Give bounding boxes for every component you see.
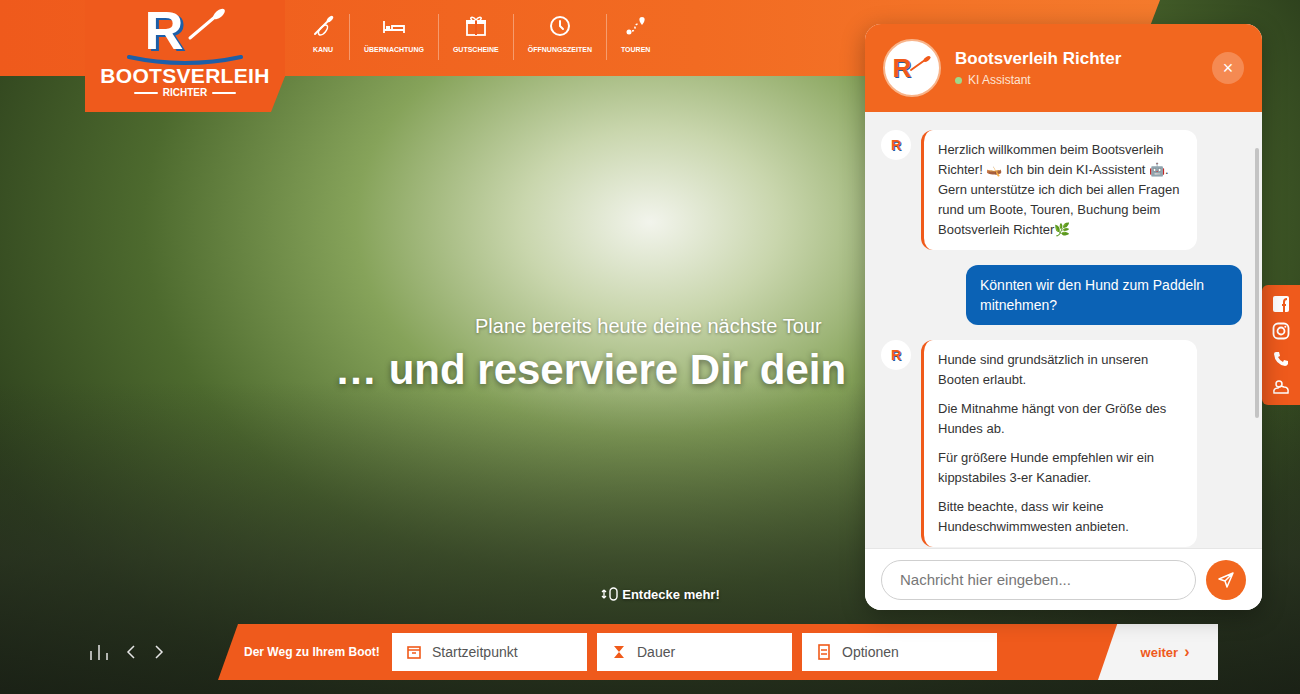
bot-avatar-letter: R — [891, 137, 901, 153]
scroll-mouse-icon — [600, 586, 618, 602]
field-placeholder: Optionen — [842, 644, 899, 660]
calendar-icon — [406, 644, 422, 660]
kayak-icon — [311, 14, 335, 38]
facebook-icon[interactable] — [1272, 295, 1290, 313]
main-nav: KANU ÜBERNACHTUNG GUTSCHEINE ÖFFNUNGSZEITEN… — [297, 14, 664, 60]
chat-footer — [865, 548, 1262, 610]
message-text: Die Mitnahme hängt von der Größe des Hun… — [938, 399, 1183, 439]
chat-title: Bootsverleih Richter — [955, 49, 1198, 69]
bottom-row: Der Weg zu Ihrem Boot! Startzeitpunkt Daue… — [0, 624, 1300, 680]
field-placeholder: Dauer — [637, 644, 675, 660]
discover-text: Entdecke mehr! — [622, 587, 720, 602]
social-bar — [1262, 285, 1300, 405]
status-text: KI Assistant — [968, 73, 1031, 87]
hourglass-icon — [611, 644, 627, 660]
submit-button[interactable]: weiter › — [1098, 624, 1218, 680]
message-bubble: Herzlich willkommen beim Bootsverleih Ri… — [921, 130, 1197, 250]
chat-header: R Bootsverleih Richter KI Assistant × — [865, 24, 1262, 112]
sub-line-left — [134, 92, 158, 94]
instagram-icon[interactable] — [1272, 322, 1290, 340]
scrollbar-thumb[interactable] — [1255, 148, 1259, 418]
message-row: Könnten wir den Hund zum Paddeln mitnehm… — [881, 265, 1242, 325]
nav-item[interactable]: TOUREN — [606, 14, 664, 60]
logo-name: BOOTSVERLEIH — [100, 65, 269, 87]
slider-progress-icon[interactable] — [88, 643, 110, 661]
chat-status: KI Assistant — [955, 73, 1198, 87]
discover-link[interactable]: Entdecke mehr! — [600, 586, 720, 602]
nav-label: KANU — [313, 46, 333, 53]
message-text: Herzlich willkommen beim Bootsverleih Ri… — [938, 140, 1183, 240]
message-text: Bitte beachte, dass wir keine Hundeschwi… — [938, 497, 1183, 537]
chat-avatar: R — [883, 39, 941, 97]
gift-icon — [464, 14, 488, 38]
status-dot — [955, 77, 962, 84]
logo-subline-text: RICHTER — [163, 87, 207, 99]
message-row: R Herzlich willkommen beim Bootsverleih R… — [881, 130, 1242, 250]
message-text: Könnten wir den Hund zum Paddeln mitnehm… — [980, 275, 1228, 315]
bot-avatar-letter: R — [891, 347, 901, 363]
paddle-icon — [186, 8, 226, 42]
message-bubble: Hunde sind grundsätzlich in unseren Boot… — [921, 340, 1197, 547]
message-input[interactable] — [881, 560, 1196, 600]
nav-item[interactable]: GUTSCHEINE — [438, 14, 513, 60]
nav-label: GUTSCHEINE — [453, 46, 499, 53]
bot-avatar: R — [881, 130, 911, 160]
options-icon — [816, 644, 832, 660]
logo-mark: R — [145, 4, 226, 54]
sub-line-right — [212, 92, 236, 94]
booking-field[interactable]: Dauer — [597, 633, 792, 671]
close-button[interactable]: × — [1212, 52, 1244, 84]
send-button[interactable] — [1206, 560, 1246, 600]
bed-icon — [382, 14, 406, 38]
chat-widget: R Bootsverleih Richter KI Assistant × R Herzl… — [865, 24, 1262, 610]
next-arrow-icon[interactable] — [152, 643, 166, 661]
paddle-icon — [909, 56, 931, 72]
booking-field[interactable]: Startzeitpunkt — [392, 633, 587, 671]
nav-label: ÖFFNUNGSZEITEN — [528, 46, 592, 53]
message-text: Hunde sind grundsätzlich in unseren Boot… — [938, 350, 1183, 390]
nav-item[interactable]: ÜBERNACHTUNG — [349, 14, 438, 60]
send-icon — [1217, 571, 1235, 589]
nav-label: ÜBERNACHTUNG — [364, 46, 424, 53]
wave-icon — [125, 55, 245, 65]
booking-fields: Startzeitpunkt Dauer Optionen — [392, 633, 997, 671]
message-row: R Hunde sind grundsätzlich in unseren Boo… — [881, 340, 1242, 547]
clock-icon — [548, 14, 572, 38]
avatar-letter: R — [893, 53, 912, 84]
nav-label: TOUREN — [621, 46, 650, 53]
field-placeholder: Startzeitpunkt — [432, 644, 518, 660]
submit-label: weiter — [1141, 645, 1179, 660]
prev-arrow-icon[interactable] — [124, 643, 138, 661]
phone-icon[interactable] — [1272, 350, 1290, 368]
nav-item[interactable]: KANU — [297, 14, 349, 60]
booking-bar: Der Weg zu Ihrem Boot! Startzeitpunkt Daue… — [218, 624, 1218, 680]
submit-arrow: › — [1184, 643, 1189, 661]
logo[interactable]: R BOOTSVERLEIHRICHTER — [85, 0, 285, 112]
nav-item[interactable]: ÖFFNUNGSZEITEN — [513, 14, 606, 60]
slider-controls — [88, 643, 198, 661]
booking-field[interactable]: Optionen — [802, 633, 997, 671]
route-icon — [624, 14, 648, 38]
bot-avatar: R — [881, 340, 911, 370]
logo-letter: R — [145, 4, 184, 56]
page: R BOOTSVERLEIHRICHTER KANU ÜBERNACHTUNG GUTS… — [0, 0, 1300, 694]
message-text: Für größere Hunde empfehlen wir ein kipp… — [938, 448, 1183, 488]
message-bubble: Könnten wir den Hund zum Paddeln mitnehm… — [966, 265, 1242, 325]
chat-titles: Bootsverleih Richter KI Assistant — [955, 49, 1198, 87]
chat-messages: R Herzlich willkommen beim Bootsverleih R… — [865, 112, 1262, 548]
weather-icon[interactable] — [1271, 377, 1291, 395]
booking-title: Der Weg zu Ihrem Boot! — [218, 645, 392, 659]
logo-subline: RICHTER — [134, 87, 236, 99]
